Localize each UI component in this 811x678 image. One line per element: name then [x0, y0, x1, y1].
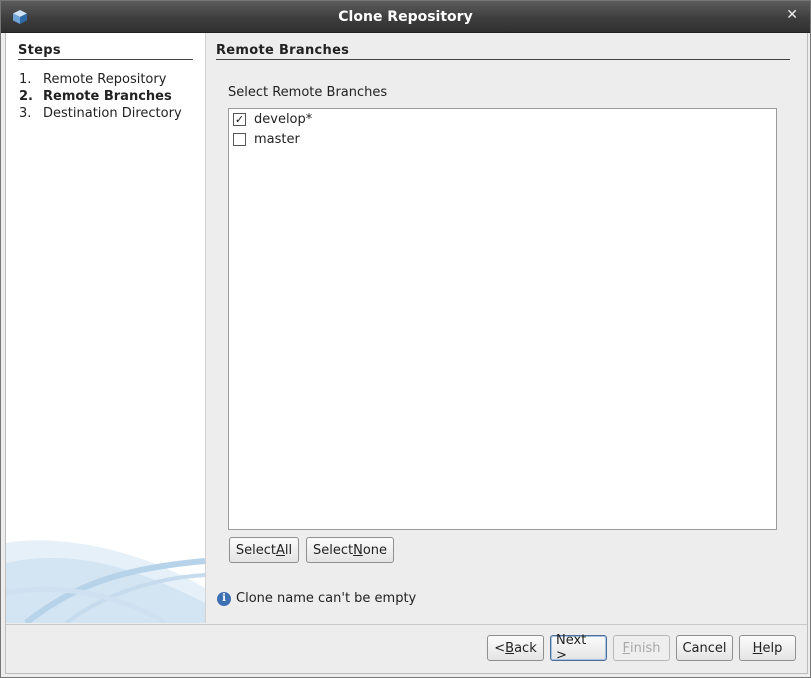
steps-title: Steps	[18, 43, 61, 58]
help-button[interactable]: Help	[739, 635, 796, 661]
branch-checkbox-checked[interactable]: ✓	[233, 112, 246, 126]
step-label: Remote Branches	[43, 89, 172, 104]
branch-item-develop[interactable]: ✓ develop*	[233, 110, 312, 128]
next-button[interactable]: Next >	[550, 633, 607, 663]
branch-name: develop*	[254, 111, 313, 127]
branch-list[interactable]: ✓ develop* master	[228, 108, 777, 530]
footer-divider	[6, 624, 807, 625]
back-button[interactable]: < Back	[487, 635, 544, 661]
branch-item-master[interactable]: master	[233, 130, 300, 148]
title-bar[interactable]: Clone Repository ✕	[1, 1, 810, 33]
content-title: Remote Branches	[216, 43, 350, 58]
cancel-button[interactable]: Cancel	[676, 635, 733, 661]
step-label: Destination Directory	[43, 106, 182, 121]
branch-checkbox-unchecked[interactable]	[233, 132, 246, 146]
step-label: Remote Repository	[43, 72, 167, 87]
decorative-swoosh-graphic	[6, 540, 205, 623]
step-remote-repository: 1. Remote Repository	[19, 72, 166, 87]
step-number: 2.	[19, 89, 33, 104]
close-icon[interactable]: ✕	[786, 7, 798, 23]
steps-panel: Steps 1. Remote Repository 2. Remote Branc…	[6, 33, 206, 623]
dialog-body: Steps 1. Remote Repository 2. Remote Branc…	[5, 33, 808, 674]
info-icon: i	[217, 591, 231, 606]
finish-button[interactable]: Finish	[613, 635, 670, 661]
select-all-button[interactable]: Select All	[229, 537, 299, 563]
steps-divider	[18, 59, 193, 60]
content-divider	[216, 59, 790, 60]
step-remote-branches: 2. Remote Branches	[19, 89, 172, 104]
window-title: Clone Repository	[338, 9, 473, 25]
clone-repository-dialog: Clone Repository ✕ Steps 1. Remote Reposi…	[0, 0, 811, 678]
step-destination-directory: 3. Destination Directory	[19, 106, 182, 121]
info-text: Clone name can't be empty	[236, 591, 417, 606]
branch-list-label: Select Remote Branches	[228, 85, 388, 100]
branch-name: master	[254, 131, 300, 147]
info-message: i Clone name can't be empty	[217, 591, 416, 606]
step-number: 1.	[19, 72, 32, 87]
step-number: 3.	[19, 106, 32, 121]
select-none-button[interactable]: Select None	[306, 537, 394, 563]
